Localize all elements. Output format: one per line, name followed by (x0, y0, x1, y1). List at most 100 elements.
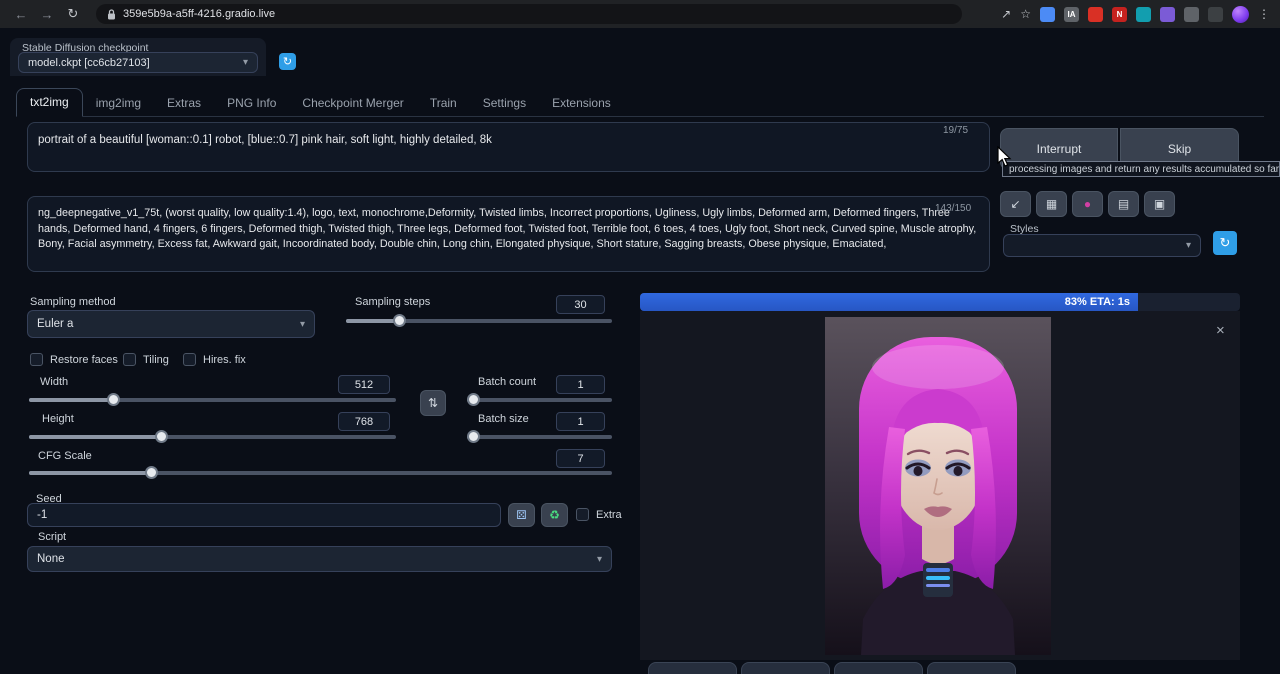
extension-icon-6[interactable] (1160, 7, 1175, 22)
tab-png-info[interactable]: PNG Info (214, 90, 289, 117)
apply-styles-button[interactable]: ▤ (1108, 191, 1139, 217)
refresh-styles-button[interactable]: ↻ (1213, 231, 1237, 255)
bookmark-star-icon[interactable]: ☆ (1020, 7, 1031, 21)
sampling-steps-slider[interactable] (346, 319, 612, 323)
tab-bar: txt2img img2img Extras PNG Info Checkpoi… (16, 89, 624, 117)
checkpoint-value: model.ckpt [cc6cb27103] (28, 57, 150, 69)
lock-icon (107, 9, 116, 20)
browser-toolbar: ← → ↻ 359e5b9a-a5ff-4216.gradio.live ↗ ☆… (0, 0, 1280, 28)
seed-input[interactable]: -1 (27, 503, 501, 527)
checkpoint-dropdown[interactable]: model.ckpt [cc6cb27103] ▾ (18, 52, 258, 73)
extension-icon-2[interactable]: IA (1064, 7, 1079, 22)
output-action-button-4[interactable] (927, 662, 1016, 674)
sampling-steps-label: Sampling steps (355, 296, 430, 308)
height-input[interactable]: 768 (338, 412, 390, 431)
chevron-down-icon: ▾ (1186, 240, 1191, 251)
dice-icon: ⚄ (516, 508, 526, 522)
output-action-button-1[interactable] (648, 662, 737, 674)
extension-icon-5[interactable] (1136, 7, 1151, 22)
reuse-seed-button[interactable]: ♻ (541, 503, 568, 527)
refresh-icon: ↻ (283, 55, 292, 68)
refresh-checkpoints-button[interactable]: ↻ (279, 53, 296, 70)
progress-text: 83% ETA: 1s (1065, 296, 1130, 308)
profile-avatar[interactable] (1232, 6, 1249, 23)
prompt-token-counter: 19/75 (943, 125, 968, 136)
sampling-method-dropdown[interactable]: Euler a ▾ (27, 310, 315, 338)
clear-prompt-button[interactable]: ▦ (1036, 191, 1067, 217)
url-text: 359e5b9a-a5ff-4216.gradio.live (123, 8, 275, 20)
progress-bar: 83% ETA: 1s (640, 293, 1240, 311)
extra-networks-button[interactable]: ● (1072, 191, 1103, 217)
swap-dimensions-button[interactable]: ⇅ (420, 390, 446, 416)
batch-size-input[interactable]: 1 (556, 412, 605, 431)
prompt-textarea[interactable]: portrait of a beautiful [woman::0.1] rob… (27, 122, 990, 172)
width-input[interactable]: 512 (338, 375, 390, 394)
extra-seed-checkbox[interactable] (576, 508, 589, 521)
generated-image[interactable] (825, 317, 1051, 655)
slider-handle[interactable] (107, 393, 120, 406)
tiling-label: Tiling (143, 354, 169, 366)
share-icon[interactable]: ↗ (1001, 7, 1011, 21)
paste-arrow-icon: ↙ (1010, 197, 1020, 211)
extension-icon-3[interactable] (1088, 7, 1103, 22)
width-slider[interactable] (29, 398, 396, 402)
slider-handle[interactable] (467, 430, 480, 443)
save-style-button[interactable]: ▣ (1144, 191, 1175, 217)
random-seed-button[interactable]: ⚄ (508, 503, 535, 527)
menu-kebab-icon[interactable]: ⋮ (1258, 7, 1270, 21)
tab-checkpoint-merger[interactable]: Checkpoint Merger (289, 90, 416, 117)
negative-prompt-token-counter: 143/150 (935, 203, 971, 214)
sampling-steps-input[interactable]: 30 (556, 295, 605, 314)
cfg-scale-slider[interactable] (29, 471, 612, 475)
slider-handle[interactable] (393, 314, 406, 327)
prompt-text: portrait of a beautiful [woman::0.1] rob… (38, 134, 492, 146)
extension-icon-1[interactable] (1040, 7, 1055, 22)
hires-fix-checkbox[interactable] (183, 353, 196, 366)
swap-icon: ⇅ (428, 396, 438, 410)
refresh-icon: ↻ (1220, 235, 1231, 251)
tab-train[interactable]: Train (417, 90, 470, 117)
tab-settings[interactable]: Settings (470, 90, 539, 117)
batch-count-input[interactable]: 1 (556, 375, 605, 394)
reload-icon[interactable]: ↻ (62, 6, 84, 22)
tab-extras[interactable]: Extras (154, 90, 214, 117)
output-action-button-3[interactable] (834, 662, 923, 674)
back-icon[interactable]: ← (10, 7, 32, 22)
batch-size-slider[interactable] (467, 435, 612, 439)
recycle-icon: ♻ (549, 508, 560, 522)
chevron-down-icon: ▾ (597, 554, 602, 565)
tab-txt2img[interactable]: txt2img (16, 88, 83, 117)
slider-handle[interactable] (145, 466, 158, 479)
script-value: None (37, 553, 65, 565)
tab-extensions[interactable]: Extensions (539, 90, 624, 117)
paste-params-button[interactable]: ↙ (1000, 191, 1031, 217)
cfg-scale-input[interactable]: 7 (556, 449, 605, 468)
restore-faces-checkbox[interactable] (30, 353, 43, 366)
extensions-puzzle-icon[interactable] (1184, 7, 1199, 22)
tiling-checkbox[interactable] (123, 353, 136, 366)
save-icon: ▣ (1154, 197, 1165, 211)
tab-img2img[interactable]: img2img (83, 90, 154, 117)
slider-fill (29, 435, 161, 439)
address-bar[interactable]: 359e5b9a-a5ff-4216.gradio.live (96, 4, 962, 24)
script-dropdown[interactable]: None ▾ (27, 546, 612, 572)
height-slider[interactable] (29, 435, 396, 439)
width-label: Width (40, 376, 68, 388)
sampling-method-value: Euler a (37, 318, 73, 330)
extension-icon-4[interactable]: N (1112, 7, 1127, 22)
slider-handle[interactable] (467, 393, 480, 406)
slider-fill (29, 471, 151, 475)
batch-count-slider[interactable] (467, 398, 612, 402)
slider-handle[interactable] (155, 430, 168, 443)
interrupt-tooltip: processing images and return any results… (1002, 161, 1280, 177)
extra-seed-label: Extra (596, 509, 622, 521)
script-label: Script (38, 531, 66, 543)
negative-prompt-textarea[interactable]: ng_deepnegative_v1_75t, (worst quality, … (27, 196, 990, 272)
output-action-button-2[interactable] (741, 662, 830, 674)
clipboard-icon: ▤ (1118, 197, 1129, 211)
styles-dropdown[interactable]: ▾ (1003, 234, 1201, 257)
forward-icon[interactable]: → (36, 7, 58, 22)
sidebar-panel-icon[interactable] (1208, 7, 1223, 22)
close-preview-icon[interactable]: × (1216, 322, 1225, 339)
sampling-method-label: Sampling method (30, 296, 116, 308)
